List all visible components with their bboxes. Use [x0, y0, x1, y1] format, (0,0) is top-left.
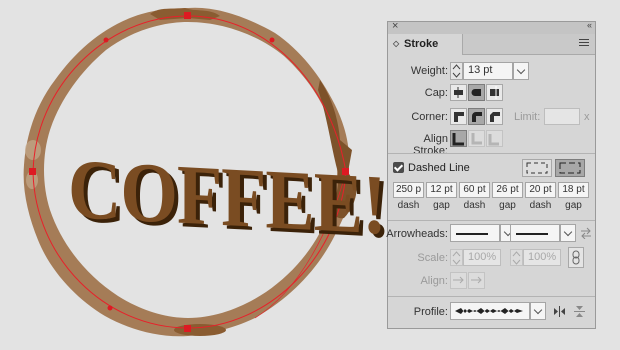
projecting-cap-button[interactable]	[486, 84, 503, 101]
anchor-point-left[interactable]	[29, 168, 36, 175]
swap-arrowheads-icon[interactable]	[580, 227, 592, 239]
stain-blob-bottom	[174, 324, 226, 336]
tab-stroke[interactable]: ◇ Stroke	[388, 34, 463, 55]
link-scale-button[interactable]	[568, 247, 584, 268]
place-arrow-button	[468, 272, 485, 289]
weight-input[interactable]: 13 pt	[463, 62, 513, 80]
round-join-button[interactable]	[468, 108, 485, 125]
chevron-down-icon	[516, 65, 526, 75]
end-arrowhead-dropdown[interactable]	[560, 224, 576, 242]
close-icon[interactable]: ×	[392, 20, 398, 32]
projecting-cap-icon	[490, 86, 499, 99]
line-preview-icon	[516, 233, 548, 235]
width-profile-icon	[455, 308, 523, 314]
arrow-extend-icon	[453, 276, 464, 284]
handle-point-3[interactable]	[107, 305, 113, 311]
bevel-join-button[interactable]	[486, 108, 503, 125]
dashed-line-checkbox[interactable]	[393, 162, 404, 173]
panel-menu-icon[interactable]	[579, 39, 589, 48]
link-icon	[572, 250, 580, 265]
round-cap-icon	[471, 89, 481, 96]
chevron-down-icon	[533, 305, 543, 315]
gap-2-label: gap	[499, 200, 516, 211]
corner-label: Corner:	[411, 111, 448, 123]
limit-label: Limit:	[514, 111, 541, 123]
weight-stepper[interactable]	[450, 62, 463, 80]
line-preview-icon	[456, 233, 488, 235]
weight-label: Weight:	[410, 65, 448, 77]
gap-3-input[interactable]: 18 pt	[558, 182, 589, 198]
butt-cap-button[interactable]	[450, 84, 467, 101]
end-arrowhead-select[interactable]	[510, 224, 560, 242]
scale-start-stepper	[450, 249, 463, 266]
profile-label: Profile:	[413, 306, 448, 318]
flip-across-icon[interactable]	[573, 305, 586, 318]
dash-3-input[interactable]: 20 pt	[525, 182, 556, 198]
stepper-arrows-icon	[452, 64, 461, 78]
bevel-join-icon	[490, 112, 500, 122]
dashed-line-label: Dashed Line	[408, 162, 470, 174]
start-arrowhead-select[interactable]	[450, 224, 500, 242]
scale-end-stepper	[510, 249, 523, 266]
panel-tab-bar: ◇ Stroke	[388, 34, 595, 55]
anchor-point-bottom[interactable]	[184, 325, 191, 332]
tab-stroke-label: Stroke	[404, 38, 439, 50]
arrowheads-label: Arrowheads:	[386, 228, 448, 240]
gap-1-input[interactable]: 12 pt	[426, 182, 457, 198]
handle-point-1[interactable]	[103, 37, 109, 43]
separator	[388, 296, 595, 297]
align-inside-icon	[471, 133, 482, 145]
separator	[388, 153, 595, 154]
limit-suffix: x	[584, 111, 590, 123]
coffee-headline: COFFEE! COFFEE!	[68, 142, 390, 256]
dash-2-input[interactable]: 60 pt	[459, 182, 490, 198]
miter-join-button[interactable]	[450, 108, 467, 125]
profile-dropdown[interactable]	[530, 302, 546, 320]
miter-join-icon	[454, 112, 464, 122]
stroke-panel: × ‹‹ ◇ Stroke Weight: 13 pt Cap: Corner:…	[386, 20, 596, 329]
round-join-icon	[472, 112, 482, 122]
arrow-place-icon	[471, 276, 482, 284]
scale-label: Scale:	[417, 252, 448, 264]
dash-1-input[interactable]: 250 p	[393, 182, 424, 198]
align-outside-button[interactable]	[486, 130, 503, 147]
align-outside-icon	[488, 134, 499, 146]
dash-1-label: dash	[397, 200, 420, 211]
preserve-dashes-button[interactable]	[522, 159, 552, 177]
dash-2-label: dash	[463, 200, 486, 211]
gap-1-label: gap	[433, 200, 450, 211]
separator	[388, 220, 595, 221]
align-center-button[interactable]	[450, 130, 467, 147]
limit-input	[544, 108, 580, 125]
stepper-arrows-icon	[452, 251, 461, 265]
diamond-icon: ◇	[393, 39, 400, 48]
handle-point-2[interactable]	[269, 37, 275, 43]
butt-cap-icon	[454, 87, 463, 98]
stepper-arrows-icon	[512, 251, 521, 265]
profile-select[interactable]	[450, 302, 530, 320]
dash-gap-fields: 250 p dash 12 pt gap 60 pt dash 26 pt ga…	[388, 182, 595, 216]
align-inside-button[interactable]	[468, 130, 485, 147]
weight-dropdown-button[interactable]	[513, 62, 529, 80]
flip-along-icon[interactable]	[553, 305, 566, 318]
align-dashes-button[interactable]	[555, 159, 585, 177]
align-arrows-label: Align:	[420, 275, 448, 287]
align-dash-icon	[559, 162, 581, 174]
extend-arrow-button	[450, 272, 467, 289]
align-center-icon	[452, 133, 464, 146]
scale-end-input: 100%	[523, 249, 561, 266]
anchor-point-top[interactable]	[184, 12, 191, 19]
collapse-icon[interactable]: ‹‹	[587, 20, 592, 30]
scale-start-input: 100%	[463, 249, 501, 266]
gap-3-label: gap	[565, 200, 582, 211]
round-cap-button[interactable]	[468, 84, 485, 101]
cap-label: Cap:	[424, 87, 448, 99]
stain-blob-left-1	[25, 140, 41, 160]
chevron-down-icon	[563, 227, 573, 237]
headline-face: COFFEE!	[68, 142, 386, 253]
preserve-dash-icon	[526, 162, 548, 174]
dash-3-label: dash	[529, 200, 552, 211]
gap-2-input[interactable]: 26 pt	[492, 182, 523, 198]
